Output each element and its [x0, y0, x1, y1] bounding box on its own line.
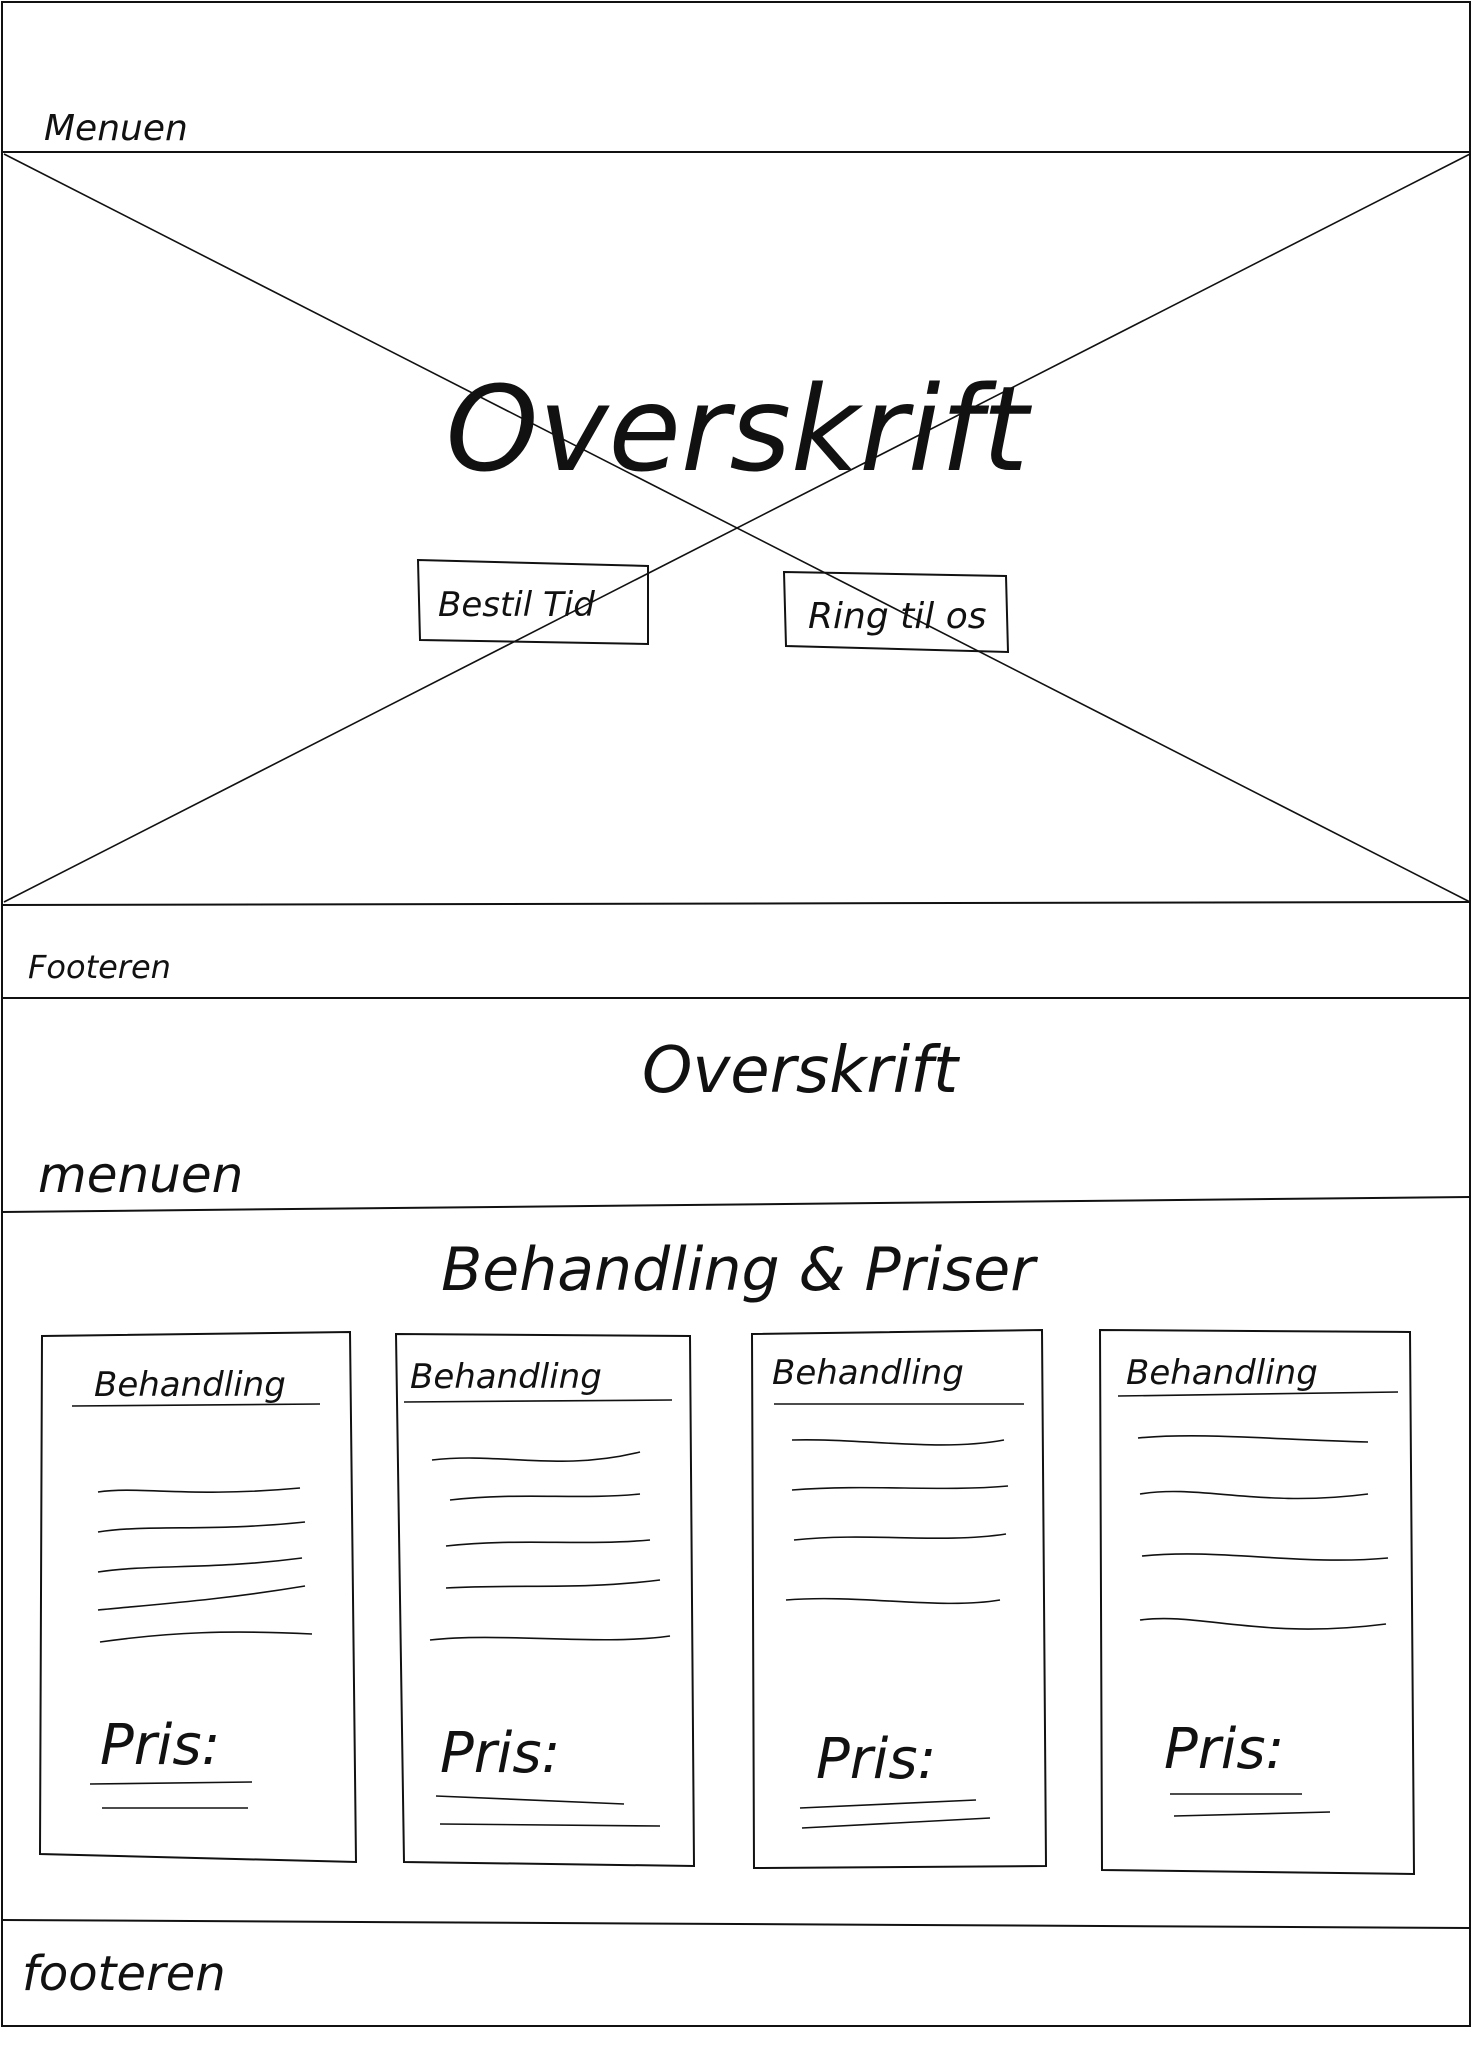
call-us-button-label: Ring til os — [808, 596, 986, 637]
placeholder-text-line — [445, 1539, 651, 1547]
placeholder-text-line — [1137, 1435, 1369, 1443]
page1-hero-bottom-divider — [1, 901, 1471, 906]
placeholder-text-line — [793, 1533, 1007, 1541]
page1-menu-label: Menuen — [44, 108, 188, 149]
page2-menu[interactable]: menuen — [38, 1146, 243, 1204]
placeholder-text-line — [431, 1451, 641, 1462]
treatment-card-title: Behandling — [1126, 1353, 1318, 1393]
placeholder-text-line — [97, 1521, 306, 1533]
page1-footer-label: Footeren — [28, 948, 171, 986]
page2-footer: footeren — [22, 1946, 226, 2002]
treatment-card[interactable]: Behandling Pris: — [1098, 1328, 1416, 1876]
treatment-card[interactable]: Behandling Pris: — [38, 1330, 358, 1864]
treatment-card-price-label: Pris: — [816, 1727, 936, 1792]
placeholder-text-line — [1141, 1553, 1389, 1561]
page2-footer-label: footeren — [22, 1946, 226, 2002]
placeholder-text-line — [1139, 1617, 1387, 1630]
book-appointment-button-label: Bestil Tid — [438, 585, 595, 625]
page1-menu[interactable]: Menuen — [44, 108, 188, 149]
page2-menu-label: menuen — [38, 1146, 243, 1204]
placeholder-text-line — [99, 1631, 313, 1643]
placeholder-text-line — [785, 1597, 1001, 1605]
treatment-card-title: Behandling — [410, 1357, 602, 1397]
page1-hero-title: Overskrift — [446, 360, 1032, 498]
placeholder-text-line — [97, 1585, 306, 1611]
page1-footer: Footeren — [28, 948, 171, 986]
page2-header-title: Overskrift — [642, 1034, 961, 1108]
treatment-card-title: Behandling — [94, 1365, 286, 1405]
section-title: Behandling & Priser — [441, 1235, 1038, 1305]
placeholder-text-line — [791, 1485, 1009, 1491]
treatment-card-price-label: Pris: — [440, 1721, 560, 1786]
placeholder-text-line — [449, 1493, 641, 1501]
treatment-card-price-label: Pris: — [1164, 1717, 1284, 1782]
treatment-card-price-label: Pris: — [100, 1713, 220, 1778]
treatment-card-title: Behandling — [772, 1353, 964, 1393]
call-us-button[interactable]: Ring til os — [782, 570, 1010, 654]
placeholder-text-line — [97, 1557, 303, 1573]
page2-footer-divider — [1, 1919, 1471, 1929]
treatment-card[interactable]: Behandling Pris: — [394, 1332, 696, 1868]
placeholder-text-line — [1139, 1490, 1369, 1500]
placeholder-text-line — [791, 1439, 1005, 1446]
placeholder-text-line — [97, 1487, 301, 1493]
placeholder-text-line — [445, 1579, 661, 1589]
page1-hero-image-placeholder — [3, 153, 1471, 903]
placeholder-text-line — [429, 1635, 671, 1641]
wireframe-canvas: Menuen Overskrift Bestil Tid Ring til os… — [1, 1, 1471, 2027]
treatment-card[interactable]: Behandling Pris: — [750, 1328, 1048, 1870]
